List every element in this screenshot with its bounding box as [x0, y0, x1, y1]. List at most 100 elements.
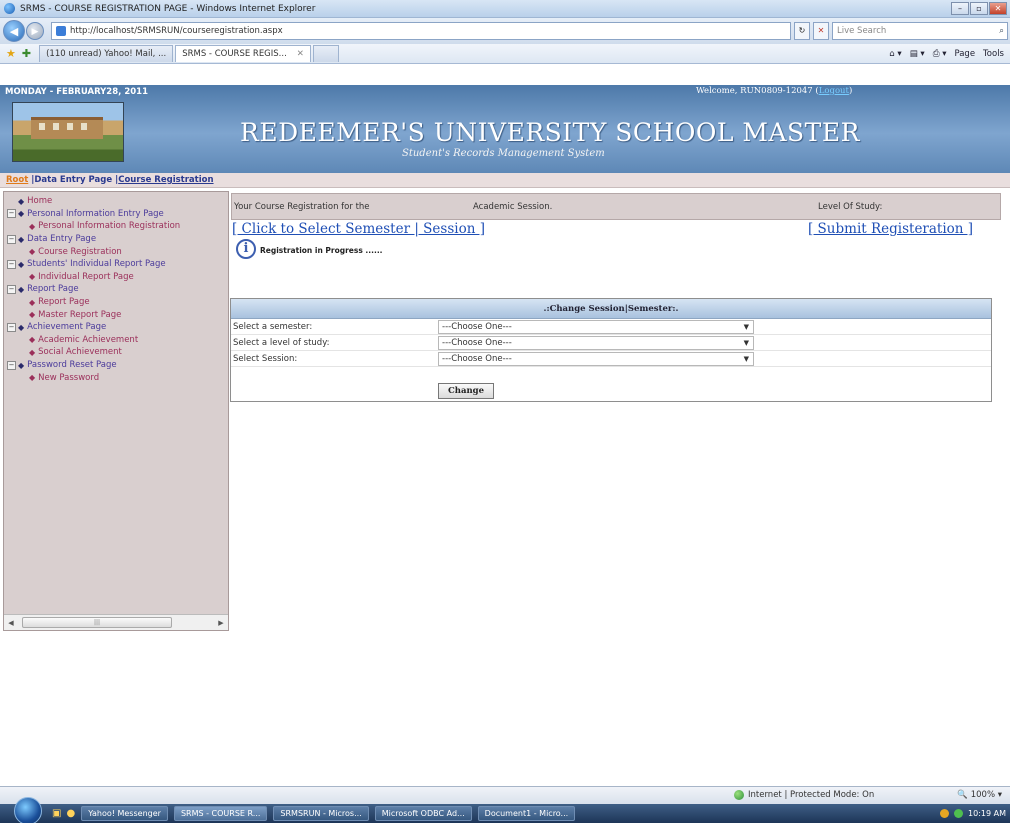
address-toolbar: ◀ ▶ http://localhost/SRMSRUN/courseregis… — [0, 18, 1010, 44]
bullet-icon: ◆ — [29, 272, 36, 282]
tray-icon[interactable] — [940, 809, 950, 818]
show-desktop-icon[interactable]: ▣ — [52, 808, 61, 819]
nav-item-social-achievement[interactable]: ◆ Social Achievement — [4, 346, 228, 359]
minimize-button[interactable]: – — [951, 2, 969, 15]
collapse-icon[interactable]: − — [7, 234, 16, 244]
close-tab-icon[interactable]: ✕ — [297, 49, 304, 59]
nav-item-personal-info-registration[interactable]: ◆ Personal Information Registration — [4, 220, 228, 233]
bullet-icon: ◆ — [18, 209, 25, 219]
session-select[interactable]: ---Choose One--- ▼ — [438, 352, 754, 366]
nav-item-students-report[interactable]: − ◆ Students' Individual Report Page — [4, 258, 228, 271]
task-odbc[interactable]: Microsoft ODBC Ad... — [374, 806, 472, 821]
nav-item-personal-info-entry[interactable]: − ◆ Personal Information Entry Page — [4, 208, 228, 221]
nav-label: Password Reset Page — [27, 360, 117, 371]
collapse-icon[interactable]: − — [7, 360, 16, 370]
change-button[interactable]: Change — [438, 383, 494, 399]
system-tray: 10:19 AM — [940, 809, 1006, 818]
nav-item-data-entry[interactable]: − ◆ Data Entry Page — [4, 233, 228, 246]
nav-label: Personal Information Registration — [38, 221, 181, 232]
scroll-right-arrow-icon[interactable]: ▶ — [214, 616, 228, 630]
security-zone[interactable]: Internet | Protected Mode: On — [734, 790, 874, 800]
task-srms-ie[interactable]: SRMS - COURSE R... — [173, 806, 268, 821]
add-favorite-icon[interactable]: ✚ — [22, 47, 31, 60]
scroll-left-arrow-icon[interactable]: ◀ — [4, 616, 18, 630]
feeds-icon[interactable]: ▤ ▾ — [910, 49, 925, 59]
semester-select[interactable]: ---Choose One--- ▼ — [438, 320, 754, 334]
welcome-close: ) — [848, 86, 853, 96]
network-icon[interactable] — [954, 809, 964, 818]
tools-menu[interactable]: Tools — [983, 49, 1004, 59]
nav-item-academic-achievement[interactable]: ◆ Academic Achievement — [4, 334, 228, 347]
level-row: Select a level of study: ---Choose One--… — [231, 335, 991, 351]
maximize-button[interactable]: ▫ — [970, 2, 988, 15]
nav-label: Report Page — [38, 297, 90, 308]
print-icon[interactable]: ⎙ ▾ — [933, 49, 947, 59]
tab-label: (110 unread) Yahoo! Mail, ... — [46, 49, 167, 59]
back-button[interactable]: ◀ — [3, 20, 25, 42]
select-value: ---Choose One--- — [442, 354, 512, 364]
info-icon: i — [236, 239, 256, 259]
nav-item-individual-report[interactable]: ◆ Individual Report Page — [4, 271, 228, 284]
dropdown-arrow-icon: ▼ — [743, 355, 749, 363]
session-label: Select Session: — [233, 354, 298, 364]
registration-info-bar: Your Course Registration for the Academi… — [231, 193, 1001, 220]
forward-button[interactable]: ▶ — [26, 22, 44, 40]
sidebar-horizontal-scrollbar[interactable]: ◀ ||| ▶ — [4, 614, 228, 630]
scroll-thumb[interactable]: ||| — [22, 617, 172, 628]
home-icon[interactable]: ⌂ ▾ — [889, 49, 901, 59]
welcome-text: Welcome, RUN0809-12047 (Logout) — [696, 86, 852, 96]
campus-photo — [12, 102, 124, 162]
search-input[interactable]: Live Search ⌕ — [832, 22, 1008, 40]
favorites-star-icon[interactable]: ★ — [6, 47, 16, 60]
collapse-icon[interactable]: − — [7, 259, 16, 269]
nav-item-report-sub[interactable]: ◆ Report Page — [4, 296, 228, 309]
bullet-icon: ◆ — [29, 347, 36, 357]
session-row: Select Session: ---Choose One--- ▼ — [231, 351, 991, 367]
level-select[interactable]: ---Choose One--- ▼ — [438, 336, 754, 350]
collapse-icon[interactable]: − — [7, 322, 16, 332]
search-icon[interactable]: ⌕ — [999, 23, 1004, 39]
bullet-icon: ◆ — [29, 247, 36, 257]
nav-item-new-password[interactable]: ◆ New Password — [4, 371, 228, 384]
start-button[interactable] — [14, 796, 42, 823]
page-menu[interactable]: Page — [954, 49, 975, 59]
task-srmsrun[interactable]: SRMSRUN - Micros... — [273, 806, 369, 821]
stop-button[interactable]: ✕ — [813, 22, 829, 40]
breadcrumb-root-link[interactable]: Root — [6, 175, 28, 185]
nav-label: Data Entry Page — [27, 234, 97, 245]
select-value: ---Choose One--- — [442, 338, 512, 348]
zone-text: Internet | Protected Mode: On — [748, 790, 875, 800]
close-button[interactable]: ✕ — [989, 2, 1007, 15]
ie-launch-icon[interactable]: ● — [66, 808, 75, 819]
tab-srms[interactable]: SRMS - COURSE REGIS... ✕ — [175, 45, 311, 62]
url-input[interactable]: http://localhost/SRMSRUN/courseregistrat… — [51, 22, 791, 40]
breadcrumb-course-registration[interactable]: Course Registration — [118, 175, 213, 185]
collapse-icon[interactable]: − — [7, 284, 16, 294]
tab-bar: ★ ✚ (110 unread) Yahoo! Mail, ... SRMS -… — [0, 44, 1010, 64]
bullet-icon: ◆ — [29, 221, 36, 231]
quick-launch: ▣ ● — [52, 808, 75, 819]
clock[interactable]: 10:19 AM — [968, 809, 1006, 818]
nav-item-password-reset[interactable]: − ◆ Password Reset Page — [4, 359, 228, 372]
logout-link[interactable]: Logout — [819, 86, 849, 96]
zoom-level[interactable]: 🔍 100% ▾ — [957, 790, 1002, 800]
task-word-document[interactable]: Document1 - Micro... — [477, 806, 576, 821]
nav-item-report-page[interactable]: − ◆ Report Page — [4, 283, 228, 296]
refresh-button[interactable]: ↻ — [794, 22, 810, 40]
level-of-study-label: Level Of Study: — [818, 202, 883, 212]
bullet-icon: ◆ — [29, 373, 36, 383]
breadcrumb-data-entry[interactable]: Data Entry Page — [34, 175, 112, 185]
task-yahoo-messenger[interactable]: Yahoo! Messenger — [81, 806, 168, 821]
nav-item-master-report[interactable]: ◆ Master Report Page — [4, 308, 228, 321]
nav-item-home[interactable]: ◆ Home — [4, 195, 228, 208]
nav-item-achievement[interactable]: − ◆ Achievement Page — [4, 321, 228, 334]
nav-item-course-registration[interactable]: ◆ Course Registration — [4, 245, 228, 258]
semester-row: Select a semester: ---Choose One--- ▼ — [231, 319, 991, 335]
select-semester-session-link[interactable]: [ Click to Select Semester | Session ] — [232, 221, 485, 237]
nav-label: Students' Individual Report Page — [27, 259, 166, 270]
new-tab-button[interactable] — [312, 45, 339, 62]
collapse-icon[interactable]: − — [7, 209, 16, 219]
registration-for-label: Your Course Registration for the — [234, 202, 370, 212]
submit-registration-link[interactable]: [ Submit Registeration ] — [808, 221, 973, 237]
tab-yahoo-mail[interactable]: (110 unread) Yahoo! Mail, ... — [39, 45, 174, 62]
